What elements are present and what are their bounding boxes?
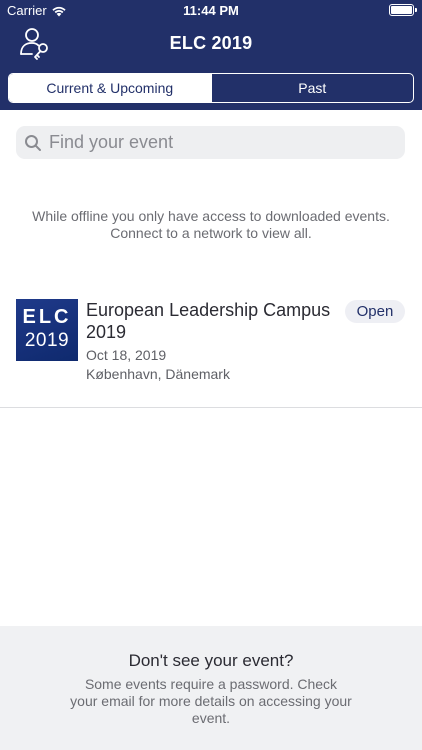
search-input[interactable] (49, 132, 379, 153)
list-item-event[interactable]: ELC 2019 European Leadership Campus 2019… (0, 290, 422, 408)
status-bar: Carrier 11:44 PM (0, 0, 422, 22)
footer-title: Don't see your event? (128, 651, 294, 670)
event-logo-line1: ELC (22, 306, 72, 328)
battery-icon (389, 4, 417, 16)
search-bar[interactable] (16, 126, 405, 159)
footer: Don't see your event? Some events requir… (0, 626, 422, 750)
event-title: European Leadership Campus 2019 (86, 300, 331, 342)
nav-bar: ELC 2019 (0, 22, 422, 66)
event-logo-line2: 2019 (24, 330, 70, 351)
tab-current-upcoming[interactable]: Current & Upcoming (9, 74, 211, 102)
header: Carrier 11:44 PM ELC 2019 Current & Upco… (0, 0, 422, 110)
search-icon (25, 134, 41, 151)
event-logo: ELC 2019 (16, 299, 78, 361)
tab-past[interactable]: Past (210, 74, 414, 102)
footer-text: Some events require a password. Check yo… (70, 676, 352, 726)
page-title: ELC 2019 (169, 33, 253, 53)
offline-message: While offline you only have access to do… (32, 208, 390, 241)
status-badge: Open (345, 300, 405, 323)
event-date: Oct 18, 2019 (86, 347, 167, 363)
event-filter-segmented-control: Current & Upcoming Past (8, 73, 414, 103)
status-time: 11:44 PM (183, 3, 239, 18)
event-location: København, Dänemark (86, 366, 230, 382)
